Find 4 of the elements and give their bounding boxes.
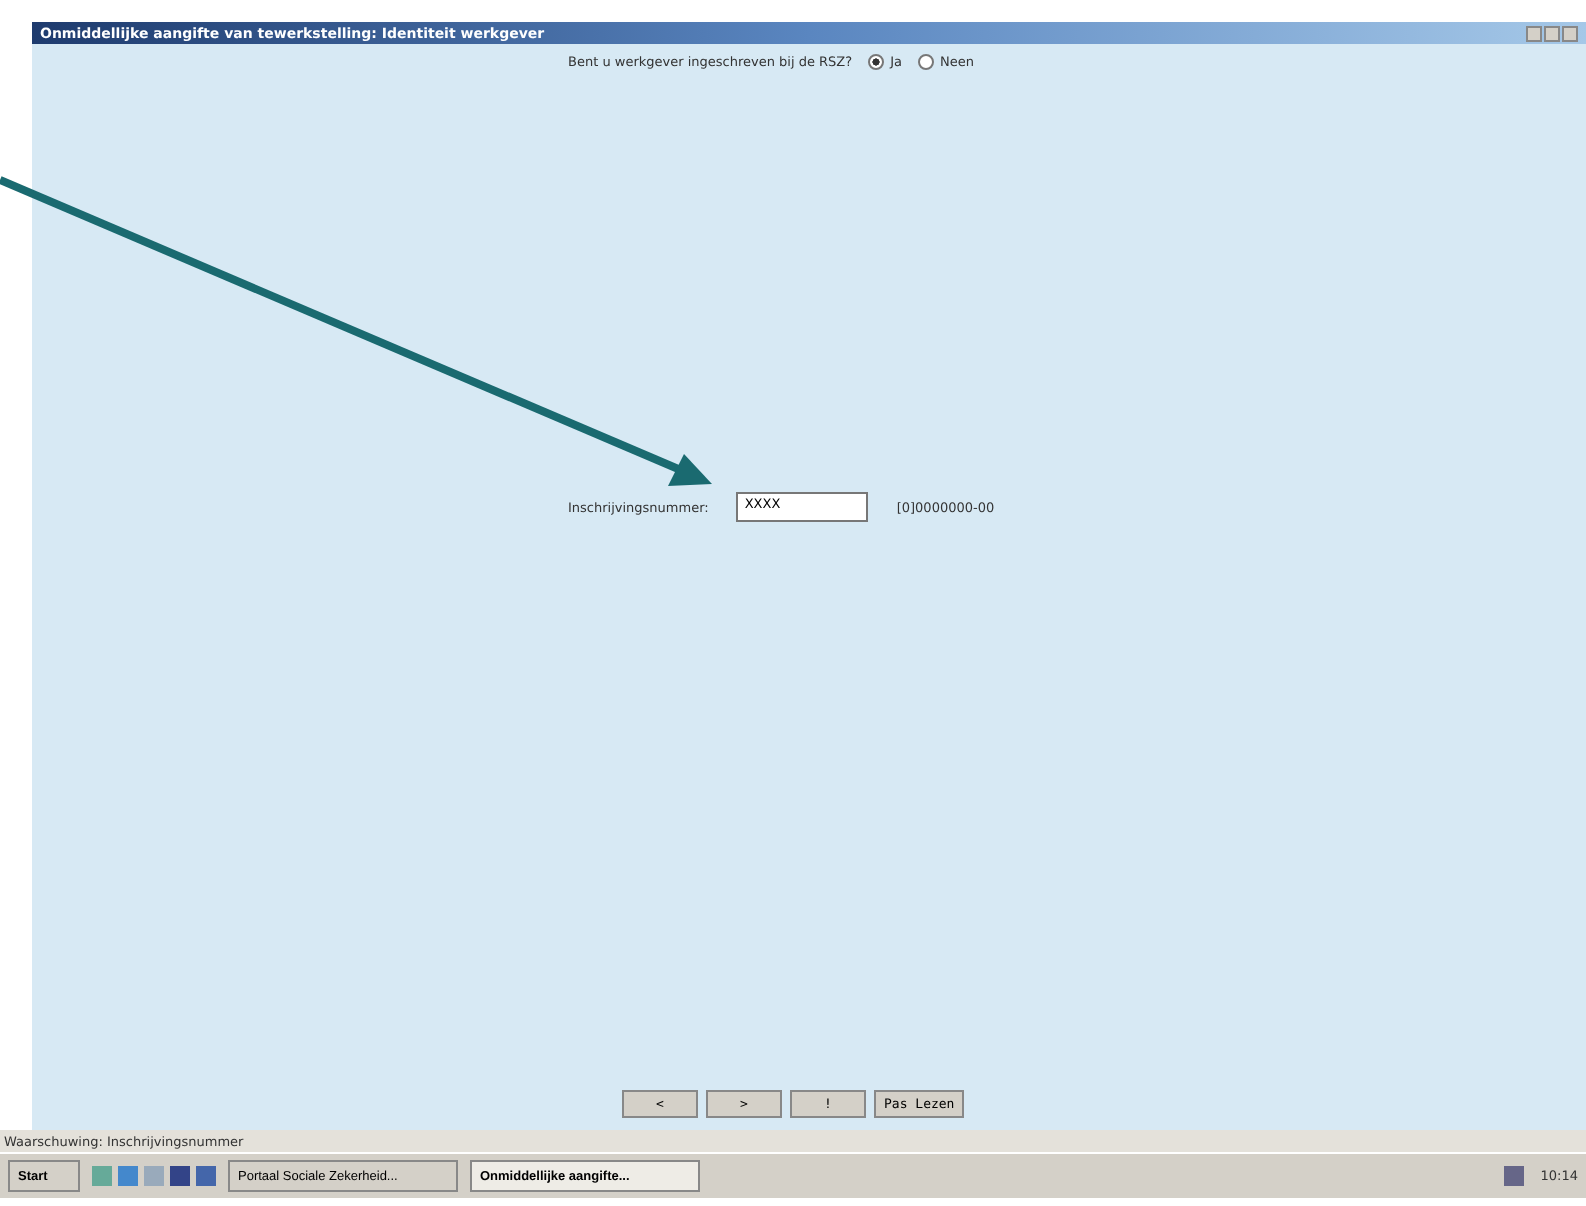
minimize-button[interactable] — [1526, 25, 1542, 41]
close-button[interactable] — [1562, 25, 1578, 41]
tray-icon[interactable] — [1504, 1166, 1525, 1186]
maximize-button[interactable] — [1544, 25, 1560, 41]
